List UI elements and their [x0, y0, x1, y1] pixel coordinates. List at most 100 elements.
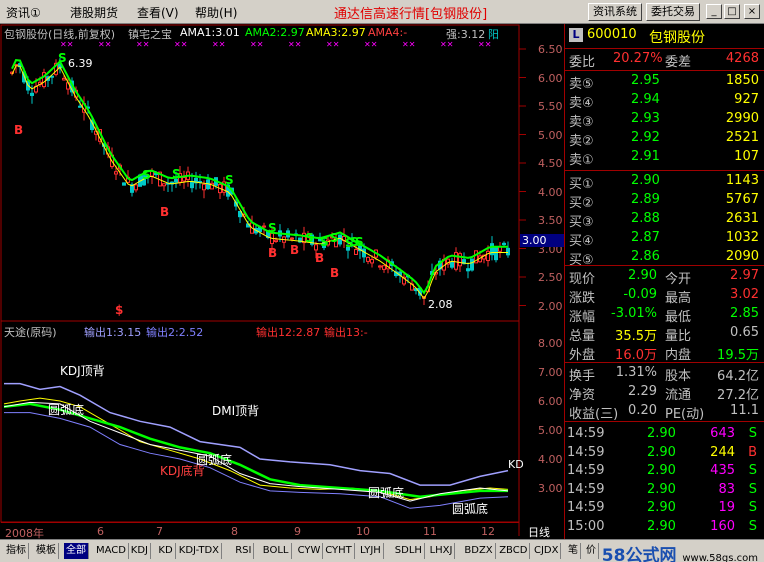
ask-row: 卖① 2.91 107 [565, 149, 764, 168]
indicator-tab[interactable]: KD [156, 543, 176, 559]
ask-price: 2.92 [631, 130, 660, 145]
bid-row: 买③ 2.88 2631 [565, 211, 764, 230]
candle-body [506, 247, 510, 256]
fund-label: 净资 [569, 388, 596, 403]
stat-label-2: 内盘 [665, 348, 692, 363]
tick-volume: 83 [718, 481, 735, 497]
indicator-tab[interactable]: BDZX [462, 543, 496, 559]
bid-row: 买① 2.90 1143 [565, 173, 764, 192]
tick-side: S [748, 518, 757, 534]
indicator-tab[interactable]: CYW [295, 543, 324, 559]
bid-price: 2.88 [631, 211, 660, 226]
buy-signal: B [14, 123, 23, 137]
delegate-trade-button[interactable]: 委托交易 [646, 3, 700, 21]
stat-label: 现价 [569, 272, 596, 287]
stat-value: 35.5万 [615, 329, 657, 344]
app-title: 通达信高速行情[包钢股份] [334, 7, 488, 22]
ask-volume: 927 [734, 92, 759, 107]
fundamental-row: 净资 2.29 流通 27.2亿 [565, 384, 764, 403]
candle-body [370, 258, 374, 264]
minimize-button[interactable]: _ [706, 4, 722, 19]
tab-price[interactable]: 价 [584, 543, 599, 559]
sub-chart-title[interactable]: 天途(原码) [4, 324, 57, 340]
menu-help[interactable]: 帮助(H) [195, 4, 237, 21]
fund-label: 换手 [569, 369, 596, 384]
indicator-tab[interactable]: CJDX [532, 543, 562, 559]
fund-label-2: 股本 [665, 369, 692, 384]
tick-side: B [748, 444, 757, 460]
annotation-kd: KD [508, 458, 524, 471]
menu-info[interactable]: 资讯① [6, 4, 41, 21]
stat-row: 现价 2.90 今开 2.97 [565, 268, 764, 287]
bid-volume: 2631 [725, 211, 759, 226]
watermark-brand: 58公式网 [601, 546, 677, 562]
indicator-tab[interactable]: SDLH [392, 543, 425, 559]
weibi-value: 20.27% [613, 51, 663, 66]
watermark-url: www.58gs.com [682, 553, 758, 562]
tick-price: 2.90 [647, 444, 676, 460]
stat-value-2: 2.97 [730, 268, 759, 283]
restore-button[interactable]: □ [724, 4, 740, 19]
current-price-tag: 3.00 [520, 234, 564, 247]
indicator-tab[interactable]: BOLL [260, 543, 292, 559]
kline-chart-svg[interactable]: ✕✕ ✕✕ ✕✕ ✕✕ ✕✕ ✕✕ ✕✕ ✕✕ ✕✕ ✕✕ ✕✕ ✕✕ BSS SBSSSBS SBBBS… [0, 24, 564, 539]
main-y-tick: 5.00 [538, 128, 563, 142]
indicator-tab[interactable]: MACD [94, 543, 129, 559]
top-marker: ✕✕ [364, 40, 377, 49]
top-marker: ✕✕ [212, 40, 225, 49]
stat-value-2: 3.02 [730, 287, 759, 302]
stock-name: 包钢股份 [649, 30, 705, 46]
fund-value: 0.20 [628, 403, 657, 418]
close-button[interactable]: × [744, 4, 760, 19]
bid-volume: 1143 [725, 173, 759, 188]
candle-body [458, 253, 462, 267]
tick-row: 14:59 2.90 435 S [565, 463, 764, 481]
stock-code: 600010 [587, 27, 637, 42]
candle-body [450, 261, 454, 268]
tab-ticks[interactable]: 笔 [566, 543, 581, 559]
stat-label-2: 量比 [665, 329, 692, 344]
chart-area[interactable]: ✕✕ ✕✕ ✕✕ ✕✕ ✕✕ ✕✕ ✕✕ ✕✕ ✕✕ ✕✕ ✕✕ ✕✕ BSSSBSSSBSSBBBS… [0, 24, 564, 540]
sub-lower-band [4, 412, 509, 509]
candle-body [378, 265, 382, 268]
indicator-tab[interactable]: KDJ-TDX [176, 543, 222, 559]
x-label-6: 6 [97, 525, 104, 538]
tick-volume: 435 [710, 463, 735, 478]
tick-row: 14:59 2.90 83 S [565, 482, 764, 500]
stat-value: -0.09 [623, 287, 657, 302]
indicator-tab[interactable]: RSI [233, 543, 255, 559]
menu-hk-futures[interactable]: 港股期货 [70, 4, 118, 21]
indicator-tab[interactable]: 指标 [4, 543, 29, 559]
sub-y-tick: 5.00 [538, 424, 563, 437]
menu-view[interactable]: 查看(V) [137, 4, 179, 21]
main-y-tick: 6.00 [538, 71, 563, 85]
ask-volume: 1850 [725, 73, 759, 88]
indicator-tab[interactable]: LHXJ [427, 543, 456, 559]
indicator-tab[interactable]: 模板 [34, 543, 59, 559]
stat-label: 总量 [569, 329, 596, 344]
info-system-button[interactable]: 资讯系统 [588, 3, 642, 21]
yang-label: 阳 [488, 28, 499, 41]
weibi-row: 委比 20.27% 委差 4268 [565, 51, 764, 70]
sub-y-tick: 6.00 [538, 395, 563, 408]
tick-price: 2.90 [647, 500, 676, 515]
indicator-tab[interactable]: KDJ [128, 543, 152, 559]
sell-signal: S [345, 236, 354, 250]
fund-value-2: 27.2亿 [717, 388, 759, 403]
tick-price: 2.90 [647, 518, 676, 534]
tick-row: 14:59 2.90 19 S [565, 500, 764, 518]
indicator-tab[interactable]: CYHT [323, 543, 355, 559]
indicator-tab[interactable]: 全部 [64, 543, 89, 559]
tick-time: 14:59 [567, 500, 605, 515]
main-indicator-name[interactable]: 镇宅之宝 [128, 26, 172, 42]
sell-signal: S [320, 235, 329, 249]
bid-row: 买④ 2.87 1032 [565, 230, 764, 249]
x-label-9: 9 [294, 525, 301, 538]
period-label[interactable]: 日线 [528, 524, 550, 540]
tick-time: 14:59 [567, 481, 605, 497]
indicator-tab[interactable]: LYJH [358, 543, 384, 559]
indicator-tab[interactable]: ZBCD [497, 543, 531, 559]
bid-volume: 1032 [725, 230, 759, 245]
sell-signal: S [58, 51, 67, 65]
ama1-value: AMA1:3.01 [180, 26, 240, 39]
